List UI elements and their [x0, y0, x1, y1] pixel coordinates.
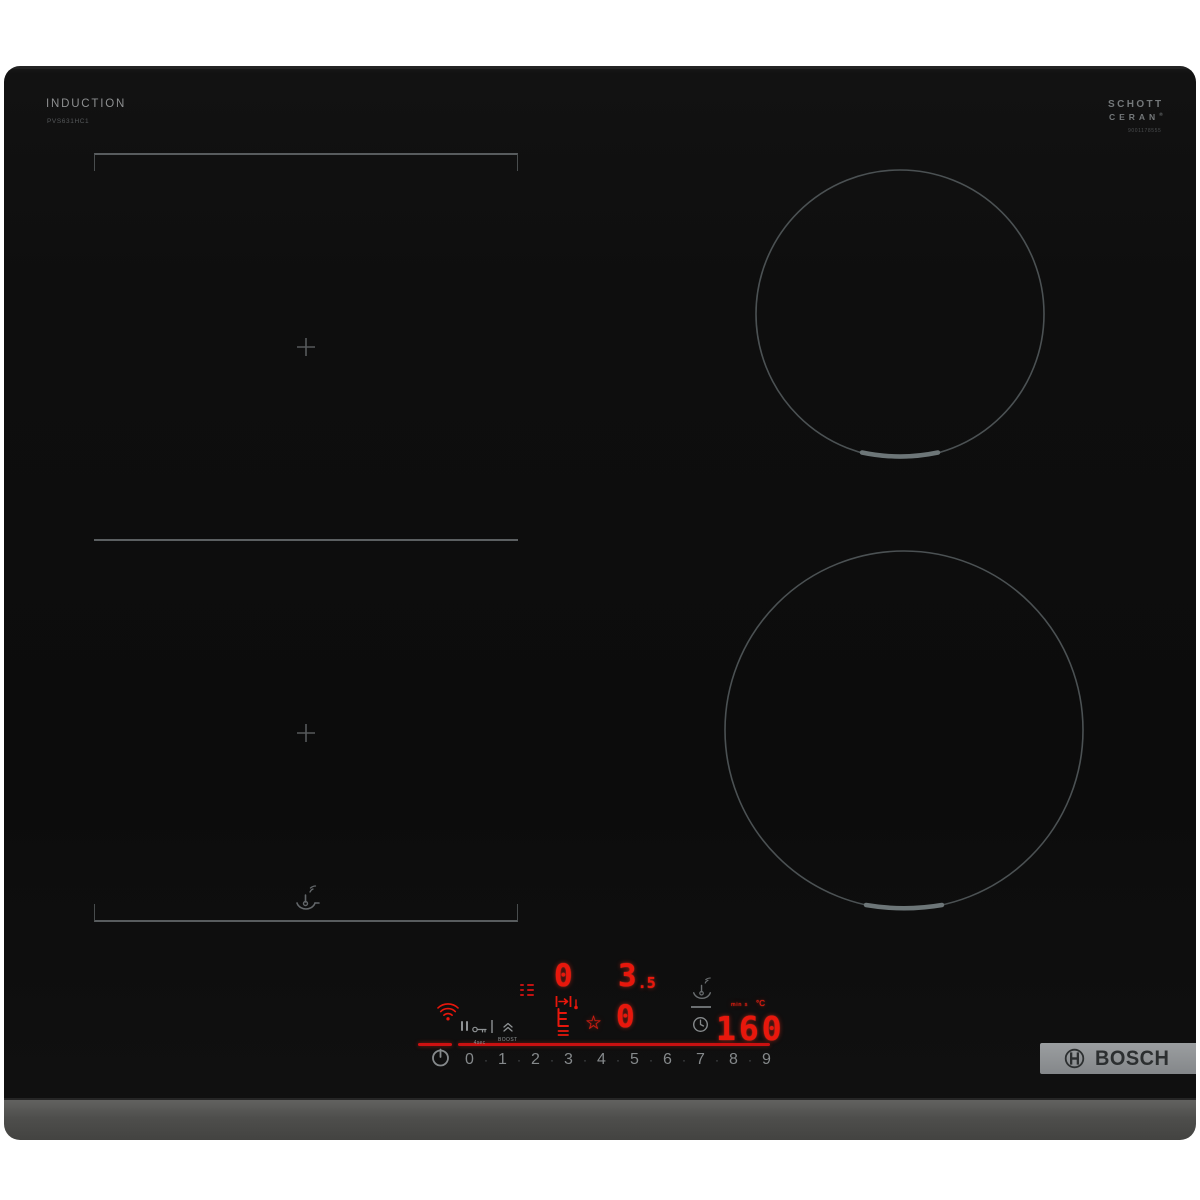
power-level-3[interactable]: 3 [564, 1051, 573, 1069]
cooking-zone-ring-bottom-right [724, 550, 1084, 911]
boost-label: BOOST [498, 1037, 518, 1043]
power-level-6[interactable]: 6 [663, 1051, 672, 1069]
boost-chevrons-icon [503, 1022, 513, 1032]
bosch-symbol-icon [1064, 1048, 1085, 1069]
front-trim [4, 1098, 1196, 1140]
level-separator: · [681, 1053, 686, 1067]
power-level-1[interactable]: 1 [498, 1051, 507, 1069]
power-level-4[interactable]: 4 [597, 1051, 606, 1069]
cooking-zone-ring-top-right [755, 169, 1045, 459]
level-separator: · [516, 1053, 521, 1067]
bosch-logo-plate: BOSCH [1040, 1043, 1196, 1074]
registered-mark: ® [1159, 111, 1163, 117]
panel-indicator-line-left [418, 1043, 452, 1046]
power-button[interactable] [431, 1048, 450, 1067]
model-number: PVS631HC1 [47, 118, 90, 125]
frying-sensor-underline [691, 1006, 711, 1008]
boost-button[interactable]: BOOST [498, 1019, 518, 1043]
timer-clock-icon[interactable] [692, 1016, 709, 1033]
schott-line1: SCHOTT [1108, 99, 1164, 110]
power-level-5[interactable]: 5 [630, 1051, 639, 1069]
wifi-icon [437, 1003, 459, 1021]
power-level-0[interactable]: 0 [465, 1051, 474, 1069]
schott-line2: CERAN® [1108, 111, 1163, 122]
cooking-sensor-icon [296, 885, 320, 910]
key-lock-button[interactable]: 4sec [472, 1021, 487, 1046]
power-level-row[interactable]: 0 · 1 · 2 · 3 · 4 · 5 · 6 · 7 · 8 · 9 [465, 1051, 771, 1069]
timer-unit-label: min s [731, 1002, 749, 1008]
product-image: INDUCTION PVS631HC1 SCHOTT CERAN® 900117… [0, 0, 1200, 1200]
key-icon [472, 1026, 487, 1033]
bosch-wordmark: BOSCH [1095, 1046, 1170, 1070]
glass-serial: 9001178555 [1128, 128, 1162, 134]
center-zone-level-display: 0 [616, 999, 635, 1035]
timer-temperature-display: 160 [716, 1009, 785, 1048]
level-separator: · [582, 1053, 587, 1067]
right-zone-level-display: 3.5 [618, 958, 656, 994]
power-level-8[interactable]: 8 [729, 1051, 738, 1069]
induction-label: INDUCTION [46, 98, 127, 110]
panel-divider [491, 1020, 493, 1033]
key-lock-hold-label: 4sec [473, 1040, 486, 1046]
level-separator: · [483, 1053, 488, 1067]
schott-ceran-logo: SCHOTT CERAN® [1108, 99, 1164, 122]
power-level-7[interactable]: 7 [696, 1051, 705, 1069]
power-level-2[interactable]: 2 [531, 1051, 540, 1069]
power-level-9[interactable]: 9 [762, 1051, 771, 1069]
induction-cooktop: INDUCTION PVS631HC1 SCHOTT CERAN® 900117… [4, 66, 1196, 1140]
flex-zone-top-bracket [94, 153, 518, 171]
zone-center-cross-icon [297, 338, 315, 356]
level-separator: · [648, 1053, 653, 1067]
frying-sensor-icon[interactable] [690, 977, 714, 1003]
zone-center-cross-icon [297, 724, 315, 742]
left-flex-zone-level-display: 0 [554, 958, 573, 994]
level-separator: · [747, 1053, 752, 1067]
temperature-unit-label: °C [756, 999, 765, 1008]
favorite-star-button[interactable]: ☆ [585, 1014, 602, 1033]
flex-level-indicator-icon [520, 984, 534, 996]
level-separator: · [714, 1053, 719, 1067]
flex-zone-divider-line [94, 539, 518, 541]
temperature-level-glyph [557, 1008, 569, 1036]
level-separator: · [615, 1053, 620, 1067]
level-separator: · [549, 1053, 554, 1067]
pause-icon[interactable] [461, 1021, 468, 1031]
